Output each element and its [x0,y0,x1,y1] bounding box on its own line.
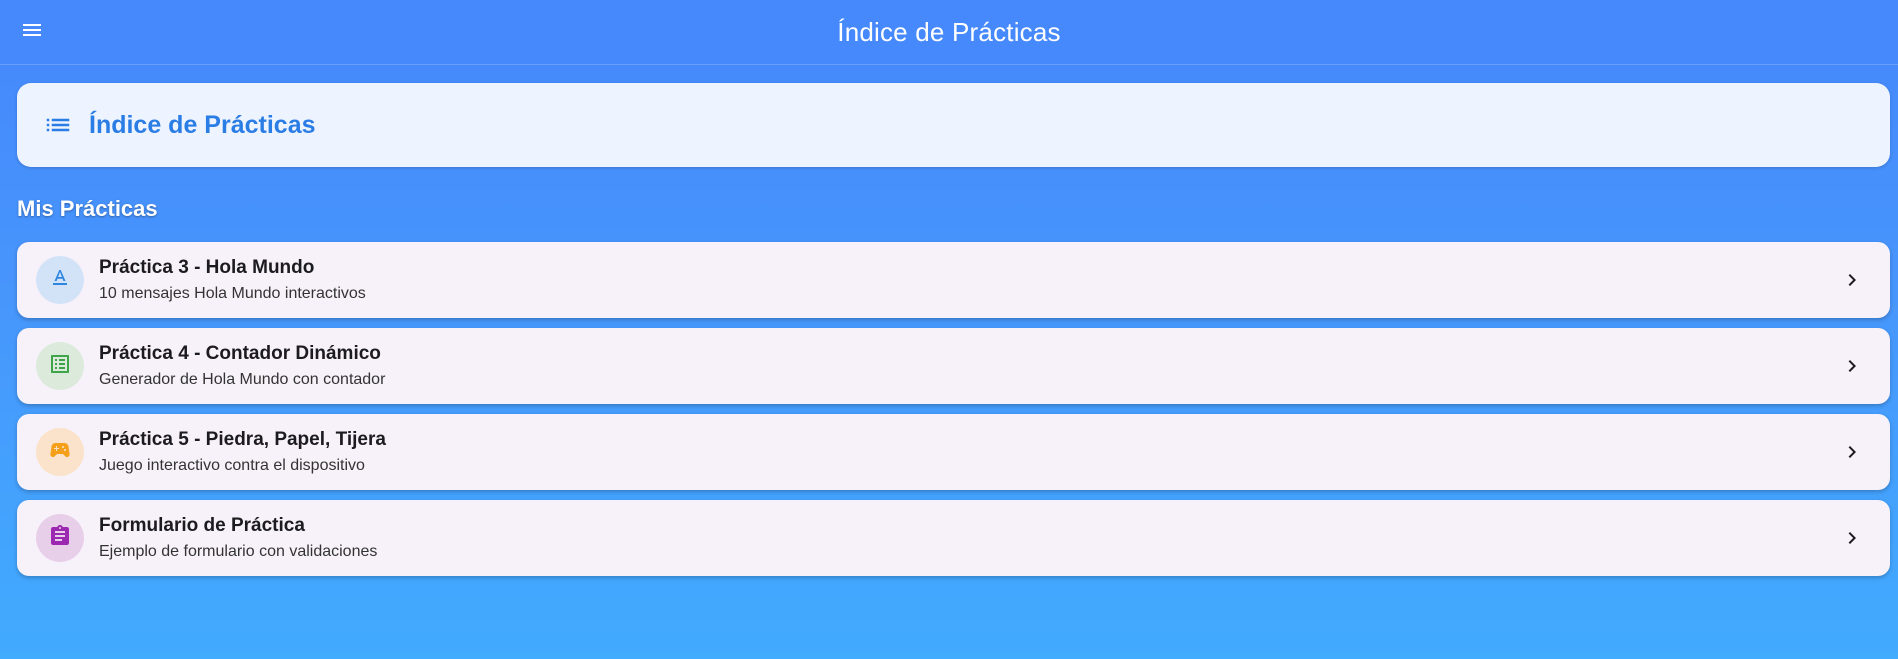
list-item-practica-4[interactable]: Práctica 4 - Contador Dinámico Generador… [17,328,1890,404]
menu-button[interactable] [14,14,50,50]
section-title: Mis Prácticas [17,196,158,221]
avatar [36,514,84,562]
app-bar-title: Índice de Prácticas [837,16,1061,47]
gamepad-icon [48,438,72,467]
header-card: Índice de Prácticas [17,83,1890,167]
clipboard-icon [48,524,72,553]
avatar [36,428,84,476]
avatar [36,342,84,390]
list-item-practica-3[interactable]: Práctica 3 - Hola Mundo 10 mensajes Hola… [17,242,1890,318]
chevron-right-icon [1840,354,1864,378]
list-icon [43,109,75,141]
list-alt-icon [48,352,72,381]
chevron-right-icon [1840,440,1864,464]
item-title: Práctica 4 - Contador Dinámico [99,343,381,364]
list-item-practica-5[interactable]: Práctica 5 - Piedra, Papel, Tijera Juego… [17,414,1890,490]
item-subtitle: Ejemplo de formulario con validaciones [99,543,378,560]
item-subtitle: Juego interactivo contra el dispositivo [99,457,365,474]
app-bar: Índice de Prácticas [0,0,1898,65]
list-item-formulario[interactable]: Formulario de Práctica Ejemplo de formul… [17,500,1890,576]
item-subtitle: Generador de Hola Mundo con contador [99,371,386,388]
item-subtitle: 10 mensajes Hola Mundo interactivos [99,285,366,302]
item-title: Práctica 5 - Piedra, Papel, Tijera [99,429,386,450]
item-title: Práctica 3 - Hola Mundo [99,257,315,278]
font-icon [48,266,72,295]
chevron-right-icon [1840,268,1864,292]
avatar [36,256,84,304]
practice-list: Práctica 3 - Hola Mundo 10 mensajes Hola… [17,242,1890,586]
chevron-right-icon [1840,526,1864,550]
item-title: Formulario de Práctica [99,515,305,536]
header-card-title: Índice de Prácticas [89,110,316,139]
menu-icon [20,18,44,47]
